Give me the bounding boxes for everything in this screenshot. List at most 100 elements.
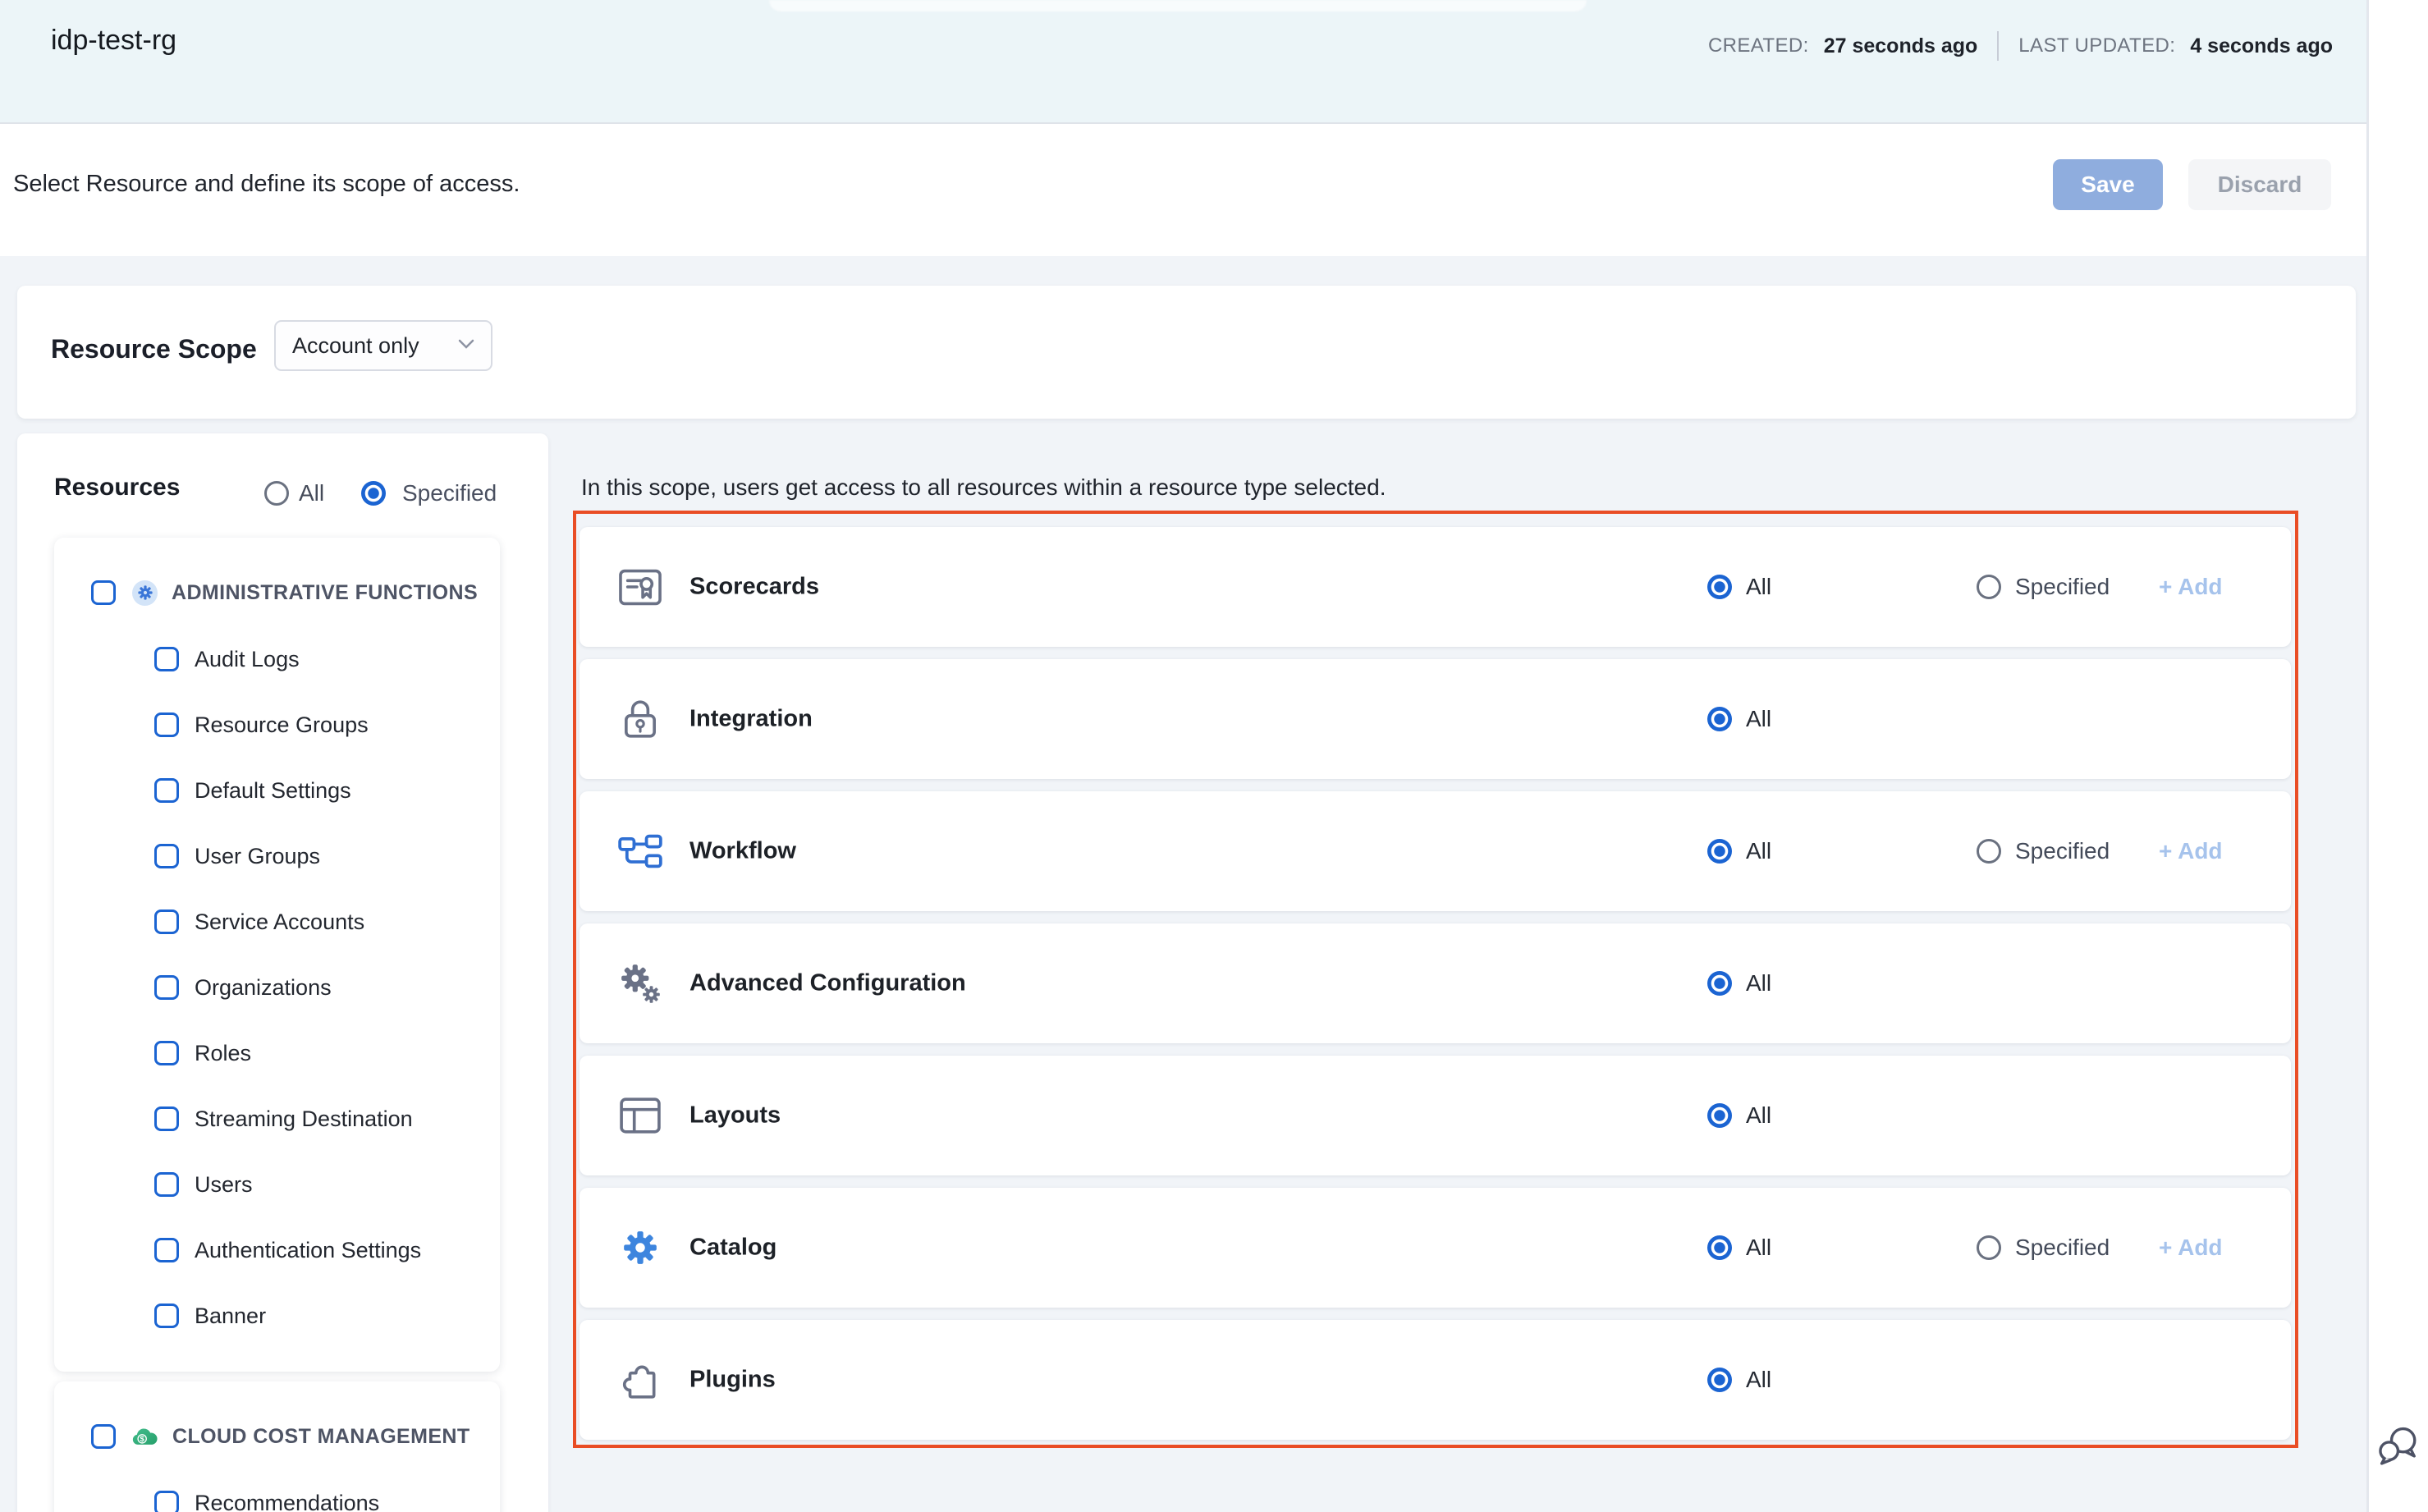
page-title: idp-test-rg: [51, 25, 176, 57]
resource-item[interactable]: Streaming Destination: [154, 1086, 500, 1152]
item-label: Banner: [195, 1304, 266, 1329]
resource-type-label: Integration: [689, 706, 813, 733]
radio-all-circle[interactable]: [264, 481, 289, 506]
last-updated-label: LAST UPDATED:: [2018, 34, 2175, 57]
radio-specified-label: Specified: [402, 480, 497, 506]
item-checkbox[interactable]: [154, 1107, 179, 1131]
discard-button[interactable]: Discard: [2188, 159, 2331, 210]
item-label: User Groups: [195, 844, 320, 869]
item-checkbox[interactable]: [154, 1491, 179, 1512]
resource-item[interactable]: Default Settings: [154, 758, 500, 823]
resource-type-row: Scorecards All Specified + Add: [580, 527, 2291, 647]
resource-group-card-cloud-cost: $ CLOUD COST MANAGEMENT Recommendations: [54, 1381, 500, 1512]
radio-specified-label: Specified: [2015, 574, 2110, 600]
resource-item[interactable]: Resource Groups: [154, 692, 500, 758]
item-label: Default Settings: [195, 778, 351, 804]
radio-specified-circle[interactable]: [1977, 575, 2001, 599]
radio-all-circle[interactable]: [1707, 971, 1732, 996]
page-header: idp-test-rg CREATED: 27 seconds ago LAST…: [0, 0, 2366, 124]
radio-all[interactable]: All: [1707, 574, 1771, 600]
gears-icon: [617, 961, 663, 1006]
add-button[interactable]: + Add: [2159, 574, 2223, 600]
resource-scope-dropdown[interactable]: Account only: [274, 320, 492, 371]
group-title: CLOUD COST MANAGEMENT: [172, 1425, 470, 1449]
last-updated-value: 4 seconds ago: [2190, 34, 2333, 58]
radio-all-circle[interactable]: [1707, 575, 1732, 599]
item-label: Audit Logs: [195, 647, 300, 672]
radio-specified[interactable]: Specified: [1977, 574, 2110, 600]
item-checkbox[interactable]: [154, 975, 179, 1000]
resource-scope-value: Account only: [292, 333, 419, 359]
resource-item[interactable]: Roles: [154, 1020, 500, 1086]
toolbar-description: Select Resource and define its scope of …: [13, 171, 520, 198]
resources-radio-all[interactable]: All: [264, 480, 324, 506]
item-label: Resource Groups: [195, 712, 369, 738]
resources-radio-specified[interactable]: Specified: [361, 480, 497, 506]
resource-type-label: Layouts: [689, 1102, 781, 1129]
group-items: Recommendations: [54, 1470, 500, 1512]
resource-item[interactable]: Service Accounts: [154, 889, 500, 955]
item-checkbox[interactable]: [154, 844, 179, 868]
resource-item[interactable]: Organizations: [154, 955, 500, 1020]
radio-specified-label: Specified: [2015, 838, 2110, 864]
radio-all-circle[interactable]: [1707, 707, 1732, 731]
resource-type-label: Plugins: [689, 1367, 776, 1394]
top-highlight-strip: [769, 0, 1587, 11]
group-checkbox[interactable]: [91, 1424, 116, 1449]
radio-all-circle[interactable]: [1707, 1368, 1732, 1392]
resource-scope-card: Resource Scope Account only: [17, 286, 2356, 419]
radio-all[interactable]: All: [1707, 1367, 1771, 1393]
resource-group-page: idp-test-rg CREATED: 27 seconds ago LAST…: [0, 0, 2428, 1512]
item-checkbox[interactable]: [154, 1238, 179, 1262]
item-checkbox[interactable]: [154, 909, 179, 934]
radio-all[interactable]: All: [1707, 838, 1771, 864]
item-checkbox[interactable]: [154, 712, 179, 737]
radio-specified-circle[interactable]: [1977, 1235, 2001, 1260]
item-checkbox[interactable]: [154, 1304, 179, 1328]
resource-type-row: Integration All: [580, 659, 2291, 779]
item-label: Users: [195, 1172, 253, 1198]
resource-type-row: Layouts All: [580, 1056, 2291, 1175]
group-title: ADMINISTRATIVE FUNCTIONS: [172, 581, 478, 605]
resource-item[interactable]: Authentication Settings: [154, 1217, 500, 1283]
radio-specified[interactable]: Specified: [1977, 838, 2110, 864]
radio-all-circle[interactable]: [1707, 1235, 1732, 1260]
layout-icon: [617, 1093, 663, 1138]
add-button[interactable]: + Add: [2159, 838, 2223, 864]
scope-note: In this scope, users get access to all r…: [581, 474, 1386, 501]
radio-all[interactable]: All: [1707, 706, 1771, 732]
save-button[interactable]: Save: [2053, 159, 2163, 210]
resource-type-row: Advanced Configuration All: [580, 923, 2291, 1043]
resource-type-row: Plugins All: [580, 1320, 2291, 1440]
workflow-icon: [617, 829, 663, 873]
resource-type-label: Catalog: [689, 1235, 777, 1262]
radio-specified[interactable]: Specified: [1977, 1235, 2110, 1261]
resource-item[interactable]: Audit Logs: [154, 626, 500, 692]
created-label: CREATED:: [1708, 34, 1809, 57]
item-checkbox[interactable]: [154, 1172, 179, 1197]
radio-specified-circle[interactable]: [361, 481, 386, 506]
item-checkbox[interactable]: [154, 647, 179, 671]
add-button[interactable]: + Add: [2159, 1235, 2223, 1261]
radio-all-circle[interactable]: [1707, 1103, 1732, 1128]
radio-specified-circle[interactable]: [1977, 839, 2001, 864]
radio-all-circle[interactable]: [1707, 839, 1732, 864]
item-checkbox[interactable]: [154, 1041, 179, 1065]
resource-item[interactable]: Recommendations: [154, 1470, 500, 1512]
radio-all-label: All: [1746, 1102, 1771, 1129]
resource-item[interactable]: Users: [154, 1152, 500, 1217]
item-checkbox[interactable]: [154, 778, 179, 803]
chat-help-icon[interactable]: [2377, 1425, 2420, 1468]
radio-all[interactable]: All: [1707, 1102, 1771, 1129]
group-checkbox[interactable]: [91, 580, 116, 605]
resources-title: Resources: [54, 474, 180, 502]
resources-panel: Resources All Specified: [17, 433, 548, 1512]
resource-item[interactable]: User Groups: [154, 823, 500, 889]
radio-all[interactable]: All: [1707, 970, 1771, 997]
divider: [1997, 31, 1999, 61]
resource-item[interactable]: Banner: [154, 1283, 500, 1349]
radio-all[interactable]: All: [1707, 1235, 1771, 1261]
resource-scope-label: Resource Scope: [51, 334, 257, 364]
radio-all-label: All: [1746, 574, 1771, 600]
action-toolbar: Select Resource and define its scope of …: [0, 126, 2366, 256]
